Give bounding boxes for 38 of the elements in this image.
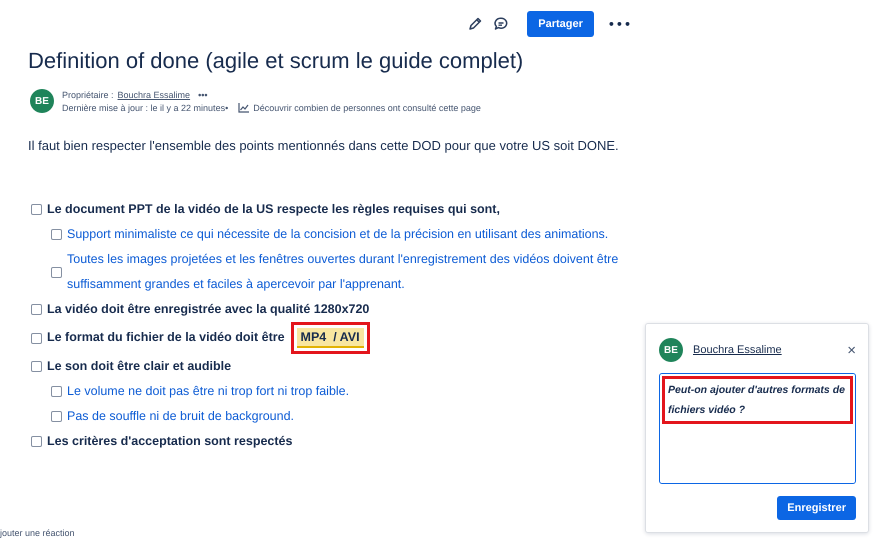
close-button[interactable]: ×	[847, 342, 856, 358]
owner-label: Propriétaire :	[62, 90, 114, 100]
author-link[interactable]: Bouchra Essalime	[693, 344, 782, 356]
owner-link[interactable]: Bouchra Essalime	[118, 90, 190, 100]
comment-icon[interactable]	[493, 16, 510, 32]
checkbox[interactable]	[51, 411, 62, 422]
task-text: Pas de souffle ni de bruit de background.	[67, 409, 294, 423]
task-text: Les critères d'acceptation sont respectés	[47, 434, 292, 448]
task-text: Le volume ne doit pas être ni trop fort ni trop faible.	[67, 384, 350, 398]
task-text: Le format du fichier de la vidéo doit être	[47, 330, 285, 344]
last-updated: Dernière mise à jour : le il y a 22 minutes•	[62, 102, 228, 112]
save-button[interactable]: Enregistrer	[777, 496, 856, 520]
comment-field[interactable]: Peut-on ajouter d'autres formats de fichiers vidéo ?	[659, 373, 856, 484]
task-text: Le document PPT de la vidéo de la US respecte les règles requises qui sont,	[47, 202, 500, 216]
analytics-link[interactable]: Découvrir combien de personnes ont consulté cette page	[253, 102, 481, 112]
avatar: BE	[30, 89, 54, 113]
task-text: Toutes les images projetées et les fenêtres ouvertes durant l'enregistrement des vidéos doivent être suffisamment grandes et faciles à apercevoir par l'apprenant.	[67, 252, 618, 291]
pencil-icon[interactable]	[467, 16, 484, 32]
checkbox[interactable]	[51, 229, 62, 240]
intro-text: Il faut bien respecter l'ensemble des points mentionnés dans cette DOD pour que votre US soit DONE.	[28, 138, 620, 153]
task-text: La vidéo doit être enregistrée avec la qualité 1280x720	[47, 302, 370, 316]
task-text: Le son doit être clair et audible	[47, 359, 232, 373]
more-button[interactable]: •••	[608, 18, 632, 30]
task-text: Support minimaliste ce qui nécessite de la concision et de la précision en utilisant des animations.	[67, 227, 608, 241]
chart-icon	[238, 102, 250, 112]
share-button[interactable]: Partager	[527, 11, 594, 37]
checkbox[interactable]	[51, 386, 62, 397]
highlighted-text: MP4 / AVI	[296, 328, 364, 348]
checkbox[interactable]	[31, 304, 42, 315]
add-reaction-link[interactable]: jouter une réaction	[0, 528, 75, 538]
checkbox[interactable]	[51, 266, 62, 278]
checkbox[interactable]	[31, 361, 42, 372]
checkbox[interactable]	[31, 332, 42, 344]
checkbox[interactable]	[31, 436, 42, 447]
more-button[interactable]: •••	[198, 90, 208, 100]
checkbox[interactable]	[31, 204, 42, 215]
avatar: BE	[659, 338, 683, 362]
page-title: Definition of done (agile et scrum le guide complet)	[28, 47, 524, 75]
